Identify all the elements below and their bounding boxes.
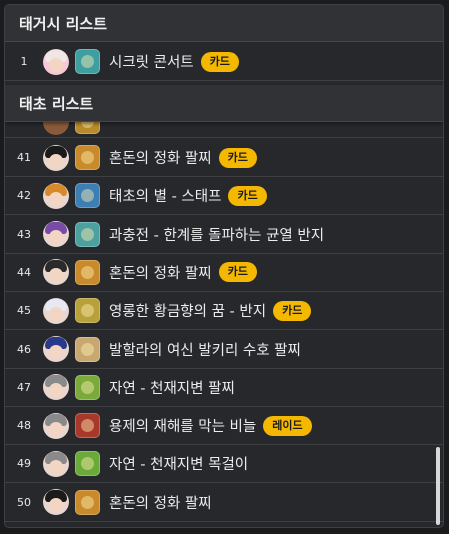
item-name: 태초의 별 - 스태프: [109, 189, 222, 206]
item-name: 혼돈의 정화 팔찌: [109, 151, 212, 167]
avatar: [43, 182, 69, 209]
card-badge: 카드: [218, 262, 257, 283]
avatar: [43, 450, 69, 477]
rank-number: 42: [17, 189, 31, 203]
item-icon: [75, 298, 100, 324]
rank-number: 47: [17, 380, 31, 394]
legacy-list-header: 태거시 리스트: [5, 5, 443, 42]
avatar: [43, 221, 69, 248]
list-item[interactable]: 46 발할라의 여신 발키리 수호 팔찌: [5, 331, 443, 369]
list-item[interactable]: 43 과충전 - 한계를 돌파하는 균열 반지: [5, 216, 443, 254]
avatar: [43, 144, 69, 171]
card-badge: 카드: [200, 51, 239, 72]
rank-number: 49: [17, 457, 31, 471]
avatar: [43, 48, 69, 75]
list-item[interactable]: 41 혼돈의 정화 팔찌 카드: [5, 139, 443, 177]
card-badge: 카드: [228, 185, 267, 206]
item-name: 자연 - 천재지변 목걸이: [109, 457, 249, 474]
avatar: [43, 336, 69, 362]
list-item[interactable]: 1 시크릿 콘서트 카드: [5, 43, 443, 81]
item-name: 발할라의 여신 발키리 수호 팔찌: [109, 342, 301, 359]
card-badge: 카드: [273, 300, 312, 321]
avatar: [43, 412, 69, 439]
item-icon: [75, 145, 100, 170]
rank-number: 50: [17, 495, 31, 509]
rank-number: 1: [20, 55, 28, 68]
item-name: 시크릿 콘서트: [109, 55, 194, 71]
rank-number: 43: [17, 227, 31, 241]
list-item[interactable]: 48 용제의 재해를 막는 비늘 레이드: [5, 407, 443, 446]
list-item[interactable]: 42 태초의 별 - 스태프 카드: [5, 177, 443, 216]
list-panel: 태거시 리스트 1 시크릿 콘서트 카드 태초 리스트 41 혼돈의 정화 팔찌 카…: [4, 4, 444, 528]
item-icon: [75, 49, 100, 74]
item-icon: [75, 451, 100, 477]
list-item[interactable]: 49 자연 - 천재지변 목걸이: [5, 445, 443, 484]
rank-number: 46: [17, 342, 31, 356]
item-name: 용제의 재해를 막는 비늘: [109, 419, 257, 436]
card-badge: 카드: [218, 147, 257, 168]
list-item[interactable]: 44 혼돈의 정화 팔찌 카드: [5, 254, 443, 292]
item-icon: [75, 374, 100, 400]
raid-badge: 레이드: [263, 415, 312, 436]
rank-number: 41: [17, 151, 31, 164]
item-name: 혼돈의 정화 팔찌: [109, 265, 212, 282]
list-item[interactable]: 47 자연 - 천재지변 팔찌: [5, 369, 443, 407]
avatar: [43, 297, 69, 324]
item-icon: [75, 413, 100, 439]
item-name: 혼돈의 정화 팔찌: [109, 495, 212, 512]
item-icon: [75, 259, 100, 285]
list-item[interactable]: 45 영롱한 황금향의 꿈 - 반지 카드: [5, 292, 443, 331]
rank-number: 45: [17, 304, 31, 318]
avatar: [43, 489, 69, 516]
item-icon: [75, 221, 100, 247]
rank-number: 44: [17, 265, 31, 279]
avatar: [43, 259, 69, 286]
item-icon: [75, 489, 100, 515]
list-item[interactable]: 50 혼돈의 정화 팔찌: [5, 484, 443, 522]
avatar: [43, 374, 69, 401]
item-name: 자연 - 천재지변 팔찌: [109, 380, 235, 397]
item-icon: [75, 336, 100, 362]
item-icon: [75, 183, 100, 209]
rank-number: 48: [17, 419, 31, 433]
item-name: 영롱한 황금향의 꿈 - 반지: [109, 304, 267, 321]
origin-list-header: 태초 리스트: [5, 85, 443, 122]
item-name: 과충전 - 한계를 돌파하는 균열 반지: [109, 227, 325, 244]
scrollbar-thumb[interactable]: [436, 447, 440, 525]
